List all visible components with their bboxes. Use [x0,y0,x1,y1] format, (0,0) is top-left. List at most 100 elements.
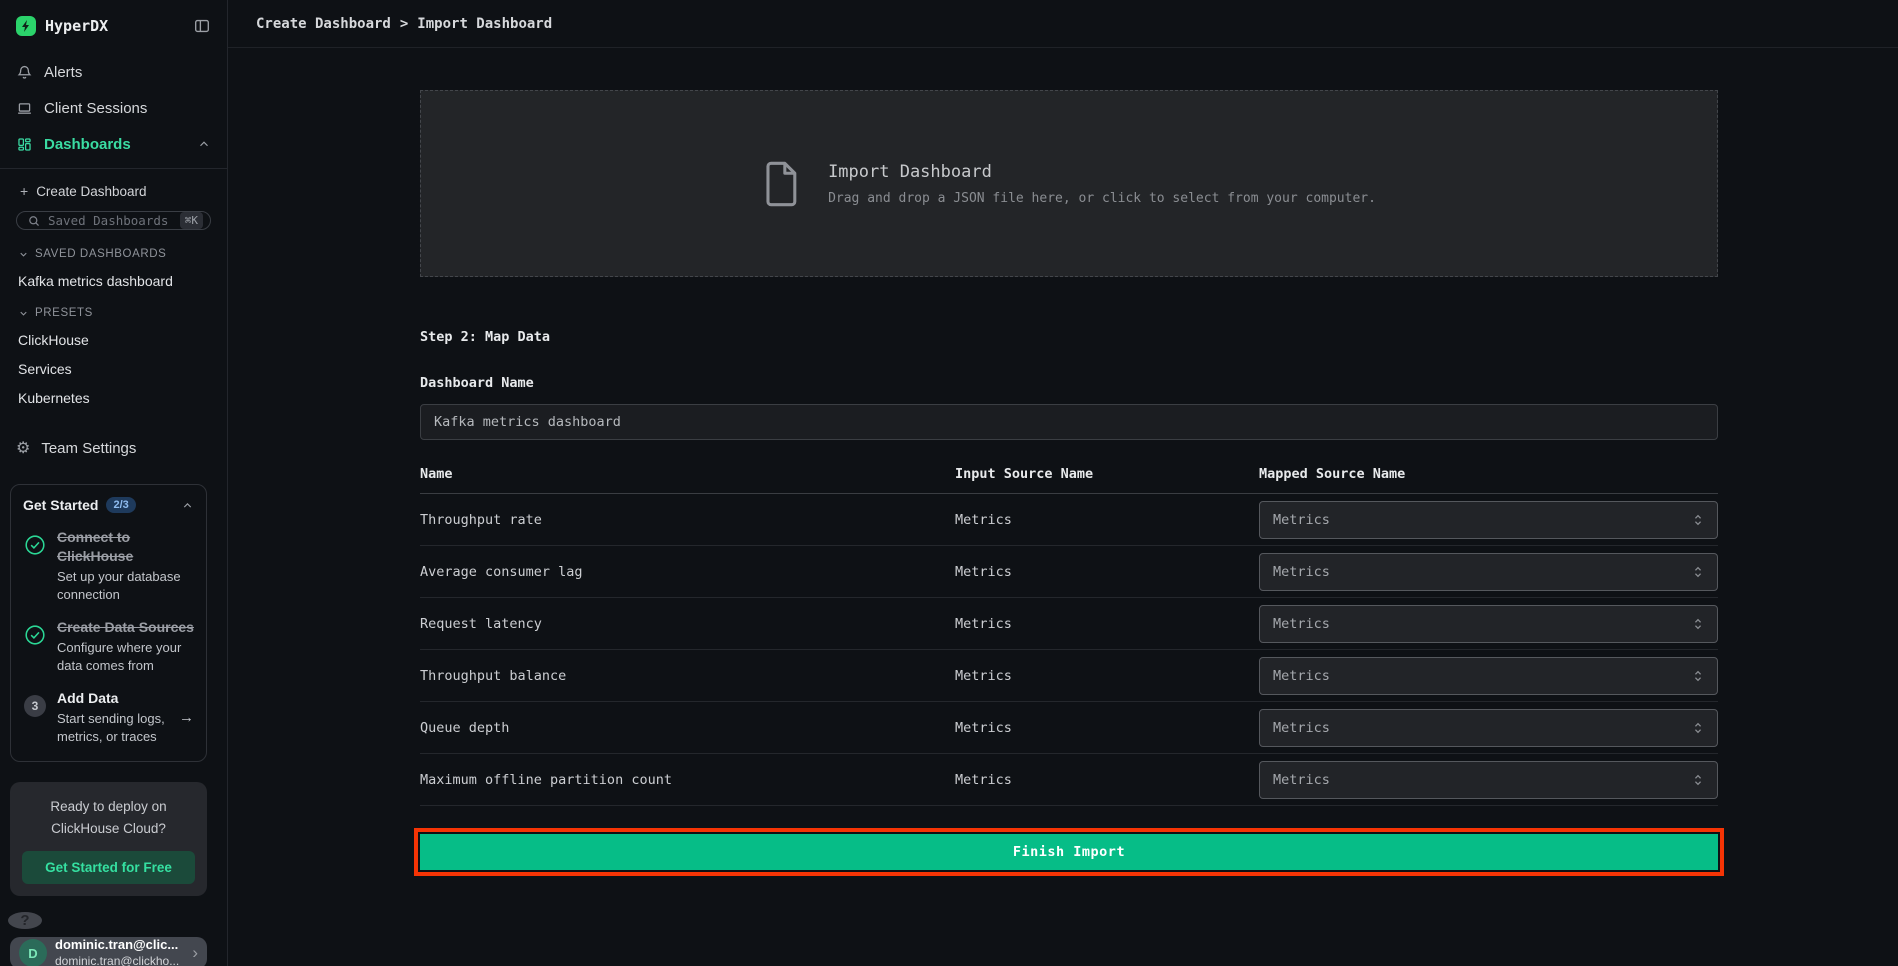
mapping-table: Name Input Source Name Mapped Source Nam… [420,454,1718,806]
highlight-box: Finish Import [414,828,1724,876]
search-shortcut-badge: ⌘K [180,212,203,229]
mapped-source-select[interactable]: Metrics [1259,501,1718,539]
mapped-source-select[interactable]: Metrics [1259,605,1718,643]
table-row: Average consumer lag Metrics Metrics [420,546,1718,598]
arrow-right-icon: → [177,709,194,726]
section-presets[interactable]: PRESETS [18,307,211,319]
sidebar-item-services[interactable]: Services [18,361,211,377]
dashboard-name-input[interactable] [420,404,1718,440]
finish-import-button[interactable]: Finish Import [420,834,1718,870]
row-input-source: Metrics [955,720,1259,736]
mapped-source-select[interactable]: Metrics [1259,553,1718,591]
gear-icon: ⚙ [16,438,30,458]
create-dashboard-label: Create Dashboard [36,184,146,199]
sidebar: HyperDX Alerts Client Sessions [0,0,228,966]
user-menu[interactable]: D dominic.tran@clic... dominic.tran@clic… [10,937,207,966]
section-saved-dashboards[interactable]: SAVED DASHBOARDS [18,248,211,260]
dashboard-grid-icon [16,136,33,153]
select-value: Metrics [1273,772,1330,788]
select-value: Metrics [1273,512,1330,528]
step-connect-clickhouse[interactable]: Connect to ClickHouse Set up your databa… [23,528,194,603]
search-icon [27,214,41,228]
nav-label: Client Sessions [44,100,147,117]
hyperdx-logo-icon [16,16,36,36]
search-input[interactable] [48,213,173,228]
select-updown-icon [1692,512,1704,528]
sidebar-divider [0,168,227,169]
select-value: Metrics [1273,564,1330,580]
step-number-badge: 3 [24,695,46,717]
row-name: Request latency [420,616,955,632]
breadcrumb: Create Dashboard > Import Dashboard [228,0,1898,48]
row-input-source: Metrics [955,668,1259,684]
team-settings-label: Team Settings [41,440,136,457]
select-updown-icon [1692,564,1704,580]
get-started-title: Get Started [23,497,98,513]
sidebar-item-kafka-metrics-dashboard[interactable]: Kafka metrics dashboard [18,273,211,289]
step-title: Create Data Sources [57,619,194,635]
table-row: Throughput rate Metrics Metrics [420,494,1718,546]
section-title: PRESETS [35,307,93,319]
collapse-sidebar-icon[interactable] [193,17,211,35]
app-title: HyperDX [45,17,184,35]
sidebar-item-alerts[interactable]: Alerts [16,56,211,88]
row-input-source: Metrics [955,564,1259,580]
user-name: dominic.tran@clic... [55,937,184,954]
laptop-icon [16,100,33,117]
sidebar-item-kubernetes[interactable]: Kubernetes [18,390,211,406]
mapped-source-select[interactable]: Metrics [1259,657,1718,695]
dropzone-subtitle: Drag and drop a JSON file here, or click… [828,191,1376,206]
header-input-source: Input Source Name [955,466,1259,482]
get-started-header[interactable]: Get Started 2/3 [23,497,194,513]
create-dashboard-button[interactable]: + Create Dashboard [20,183,211,199]
deploy-card: Ready to deploy on ClickHouse Cloud? Get… [10,782,207,896]
step-desc: Start sending logs, metrics, or traces [57,710,167,745]
sidebar-nav: Alerts Client Sessions Dashboards [0,36,227,160]
select-updown-icon [1692,616,1704,632]
avatar: D [19,939,47,966]
chevron-down-icon [18,249,29,260]
chevron-up-icon[interactable] [181,499,194,512]
row-input-source: Metrics [955,512,1259,528]
step-desc: Set up your database connection [57,568,194,603]
sidebar-item-clickhouse[interactable]: ClickHouse [18,332,211,348]
row-name: Throughput balance [420,668,955,684]
chevron-up-icon[interactable] [197,137,211,151]
step-create-data-sources[interactable]: Create Data Sources Configure where your… [23,618,194,674]
sidebar-item-client-sessions[interactable]: Client Sessions [16,92,211,124]
chevron-right-icon: › [192,943,198,963]
step-title: Connect to ClickHouse [57,529,133,564]
chevron-down-icon [18,308,29,319]
sidebar-item-dashboards[interactable]: Dashboards [16,128,211,160]
dropzone-title: Import Dashboard [828,162,1376,182]
header-mapped-source: Mapped Source Name [1259,466,1718,482]
saved-dashboards-search[interactable]: ⌘K [16,211,211,230]
step-title: Add Data [57,690,118,706]
dashboard-name-label: Dashboard Name [420,375,1898,391]
check-circle-icon [23,528,47,603]
main-area: Create Dashboard > Import Dashboard Impo… [228,0,1898,966]
import-dashboard-page: Import Dashboard Drag and drop a JSON fi… [228,48,1898,876]
breadcrumb-create-dashboard[interactable]: Create Dashboard [256,16,391,32]
step-add-data[interactable]: 3 Add Data Start sending logs, metrics, … [23,689,194,745]
select-value: Metrics [1273,720,1330,736]
progress-badge: 2/3 [106,497,135,513]
help-button[interactable]: ? [8,912,42,929]
table-row: Throughput balance Metrics Metrics [420,650,1718,702]
table-row: Request latency Metrics Metrics [420,598,1718,650]
select-updown-icon [1692,720,1704,736]
select-updown-icon [1692,668,1704,684]
json-dropzone[interactable]: Import Dashboard Drag and drop a JSON fi… [420,90,1718,277]
step-desc: Configure where your data comes from [57,639,194,674]
select-updown-icon [1692,772,1704,788]
get-started-free-button[interactable]: Get Started for Free [22,851,195,884]
file-icon [762,161,800,207]
table-row: Maximum offline partition count Metrics … [420,754,1718,806]
sidebar-item-team-settings[interactable]: ⚙ Team Settings [16,438,211,458]
row-name: Average consumer lag [420,564,955,580]
table-row: Queue depth Metrics Metrics [420,702,1718,754]
mapped-source-select[interactable]: Metrics [1259,761,1718,799]
deploy-text-line2: ClickHouse Cloud? [22,818,195,840]
mapped-source-select[interactable]: Metrics [1259,709,1718,747]
nav-label: Alerts [44,64,82,81]
